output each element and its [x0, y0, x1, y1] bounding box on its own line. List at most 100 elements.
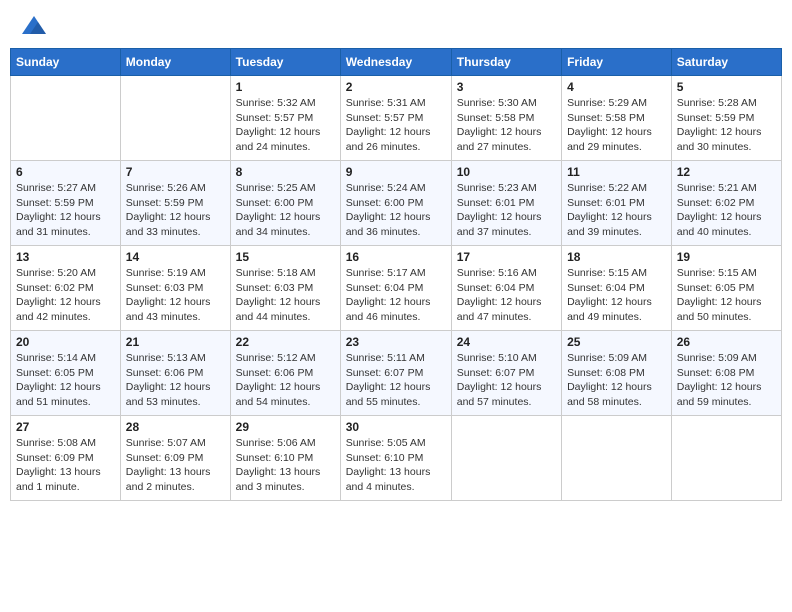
calendar-cell: 13 Sunrise: 5:20 AM Sunset: 6:02 PM Dayli…	[11, 246, 121, 331]
calendar-cell	[11, 76, 121, 161]
calendar-day-header: Tuesday	[230, 49, 340, 76]
calendar-week-row: 13 Sunrise: 5:20 AM Sunset: 6:02 PM Dayli…	[11, 246, 782, 331]
day-number: 15	[236, 250, 335, 264]
calendar-cell: 9Sunrise: 5:24 AM Sunset: 6:00 PM Daylig…	[340, 161, 451, 246]
day-info: Sunrise: 5:09 AM Sunset: 6:08 PM Dayligh…	[567, 351, 666, 410]
calendar-day-header: Monday	[120, 49, 230, 76]
day-info: Sunrise: 5:30 AM Sunset: 5:58 PM Dayligh…	[457, 96, 556, 155]
day-number: 11	[567, 165, 666, 179]
calendar-day-header: Friday	[562, 49, 672, 76]
calendar-cell: 14 Sunrise: 5:19 AM Sunset: 6:03 PM Dayli…	[120, 246, 230, 331]
day-info: Sunrise: 5:21 AM Sunset: 6:02 PM Dayligh…	[677, 181, 776, 240]
day-number: 27	[16, 420, 115, 434]
day-info: Sunrise: 5:05 AM Sunset: 6:10 PM Dayligh…	[346, 436, 446, 495]
day-info: Sunrise: 5:15 AM Sunset: 6:04 PM Dayligh…	[567, 266, 666, 325]
day-info: Sunrise: 5:26 AM Sunset: 5:59 PM Dayligh…	[126, 181, 225, 240]
day-info: Sunrise: 5:07 AM Sunset: 6:09 PM Dayligh…	[126, 436, 225, 495]
day-info: Sunrise: 5:12 AM Sunset: 6:06 PM Dayligh…	[236, 351, 335, 410]
day-info: Sunrise: 5:15 AM Sunset: 6:05 PM Dayligh…	[677, 266, 776, 325]
calendar-cell: 23 Sunrise: 5:11 AM Sunset: 6:07 PM Dayli…	[340, 331, 451, 416]
day-number: 20	[16, 335, 115, 349]
day-number: 22	[236, 335, 335, 349]
day-number: 2	[346, 80, 446, 94]
day-number: 29	[236, 420, 335, 434]
calendar-cell: 3 Sunrise: 5:30 AM Sunset: 5:58 PM Daylig…	[451, 76, 561, 161]
calendar-week-row: 6Sunrise: 5:27 AM Sunset: 5:59 PM Daylig…	[11, 161, 782, 246]
logo-icon	[20, 14, 48, 42]
calendar-cell: 11 Sunrise: 5:22 AM Sunset: 6:01 PM Dayli…	[562, 161, 672, 246]
day-info: Sunrise: 5:31 AM Sunset: 5:57 PM Dayligh…	[346, 96, 446, 155]
calendar-week-row: 1 Sunrise: 5:32 AM Sunset: 5:57 PM Daylig…	[11, 76, 782, 161]
calendar-cell: 22 Sunrise: 5:12 AM Sunset: 6:06 PM Dayli…	[230, 331, 340, 416]
calendar-day-header: Wednesday	[340, 49, 451, 76]
day-number: 21	[126, 335, 225, 349]
day-number: 14	[126, 250, 225, 264]
day-number: 16	[346, 250, 446, 264]
calendar-cell	[451, 416, 561, 501]
calendar-cell: 10 Sunrise: 5:23 AM Sunset: 6:01 PM Dayli…	[451, 161, 561, 246]
calendar-cell: 16 Sunrise: 5:17 AM Sunset: 6:04 PM Dayli…	[340, 246, 451, 331]
page-header	[10, 10, 782, 40]
day-number: 3	[457, 80, 556, 94]
day-number: 19	[677, 250, 776, 264]
day-number: 25	[567, 335, 666, 349]
day-number: 26	[677, 335, 776, 349]
day-info: Sunrise: 5:13 AM Sunset: 6:06 PM Dayligh…	[126, 351, 225, 410]
day-number: 5	[677, 80, 776, 94]
calendar-cell: 25 Sunrise: 5:09 AM Sunset: 6:08 PM Dayli…	[562, 331, 672, 416]
day-number: 18	[567, 250, 666, 264]
day-info: Sunrise: 5:17 AM Sunset: 6:04 PM Dayligh…	[346, 266, 446, 325]
day-info: Sunrise: 5:23 AM Sunset: 6:01 PM Dayligh…	[457, 181, 556, 240]
calendar-cell: 19 Sunrise: 5:15 AM Sunset: 6:05 PM Dayli…	[671, 246, 781, 331]
day-info: Sunrise: 5:08 AM Sunset: 6:09 PM Dayligh…	[16, 436, 115, 495]
day-info: Sunrise: 5:18 AM Sunset: 6:03 PM Dayligh…	[236, 266, 335, 325]
day-number: 23	[346, 335, 446, 349]
day-info: Sunrise: 5:11 AM Sunset: 6:07 PM Dayligh…	[346, 351, 446, 410]
calendar-cell	[120, 76, 230, 161]
calendar-week-row: 27 Sunrise: 5:08 AM Sunset: 6:09 PM Dayli…	[11, 416, 782, 501]
day-info: Sunrise: 5:06 AM Sunset: 6:10 PM Dayligh…	[236, 436, 335, 495]
day-info: Sunrise: 5:28 AM Sunset: 5:59 PM Dayligh…	[677, 96, 776, 155]
calendar-header-row: SundayMondayTuesdayWednesdayThursdayFrid…	[11, 49, 782, 76]
calendar-cell: 7 Sunrise: 5:26 AM Sunset: 5:59 PM Daylig…	[120, 161, 230, 246]
day-info: Sunrise: 5:19 AM Sunset: 6:03 PM Dayligh…	[126, 266, 225, 325]
calendar-cell: 30 Sunrise: 5:05 AM Sunset: 6:10 PM Dayli…	[340, 416, 451, 501]
calendar-cell: 1 Sunrise: 5:32 AM Sunset: 5:57 PM Daylig…	[230, 76, 340, 161]
calendar-cell: 6Sunrise: 5:27 AM Sunset: 5:59 PM Daylig…	[11, 161, 121, 246]
day-number: 7	[126, 165, 225, 179]
day-info: Sunrise: 5:22 AM Sunset: 6:01 PM Dayligh…	[567, 181, 666, 240]
day-info: Sunrise: 5:25 AM Sunset: 6:00 PM Dayligh…	[236, 181, 335, 240]
day-number: 17	[457, 250, 556, 264]
day-info: Sunrise: 5:20 AM Sunset: 6:02 PM Dayligh…	[16, 266, 115, 325]
day-info: Sunrise: 5:32 AM Sunset: 5:57 PM Dayligh…	[236, 96, 335, 155]
day-number: 4	[567, 80, 666, 94]
calendar-cell	[671, 416, 781, 501]
calendar-cell: 18 Sunrise: 5:15 AM Sunset: 6:04 PM Dayli…	[562, 246, 672, 331]
calendar-cell: 5 Sunrise: 5:28 AM Sunset: 5:59 PM Daylig…	[671, 76, 781, 161]
day-info: Sunrise: 5:16 AM Sunset: 6:04 PM Dayligh…	[457, 266, 556, 325]
calendar-cell: 8 Sunrise: 5:25 AM Sunset: 6:00 PM Daylig…	[230, 161, 340, 246]
day-number: 10	[457, 165, 556, 179]
calendar-day-header: Thursday	[451, 49, 561, 76]
day-number: 1	[236, 80, 335, 94]
day-number: 28	[126, 420, 225, 434]
day-number: 24	[457, 335, 556, 349]
calendar-cell: 29 Sunrise: 5:06 AM Sunset: 6:10 PM Dayli…	[230, 416, 340, 501]
day-info: Sunrise: 5:09 AM Sunset: 6:08 PM Dayligh…	[677, 351, 776, 410]
calendar-cell	[562, 416, 672, 501]
day-info: Sunrise: 5:14 AM Sunset: 6:05 PM Dayligh…	[16, 351, 115, 410]
calendar-day-header: Saturday	[671, 49, 781, 76]
calendar-cell: 27 Sunrise: 5:08 AM Sunset: 6:09 PM Dayli…	[11, 416, 121, 501]
day-number: 12	[677, 165, 776, 179]
day-info: Sunrise: 5:10 AM Sunset: 6:07 PM Dayligh…	[457, 351, 556, 410]
calendar-cell: 4Sunrise: 5:29 AM Sunset: 5:58 PM Daylig…	[562, 76, 672, 161]
day-number: 13	[16, 250, 115, 264]
calendar-cell: 12 Sunrise: 5:21 AM Sunset: 6:02 PM Dayli…	[671, 161, 781, 246]
day-number: 9	[346, 165, 446, 179]
day-number: 30	[346, 420, 446, 434]
calendar-cell: 17 Sunrise: 5:16 AM Sunset: 6:04 PM Dayli…	[451, 246, 561, 331]
calendar-cell: 24 Sunrise: 5:10 AM Sunset: 6:07 PM Dayli…	[451, 331, 561, 416]
calendar-cell: 20 Sunrise: 5:14 AM Sunset: 6:05 PM Dayli…	[11, 331, 121, 416]
calendar-week-row: 20 Sunrise: 5:14 AM Sunset: 6:05 PM Dayli…	[11, 331, 782, 416]
day-number: 8	[236, 165, 335, 179]
